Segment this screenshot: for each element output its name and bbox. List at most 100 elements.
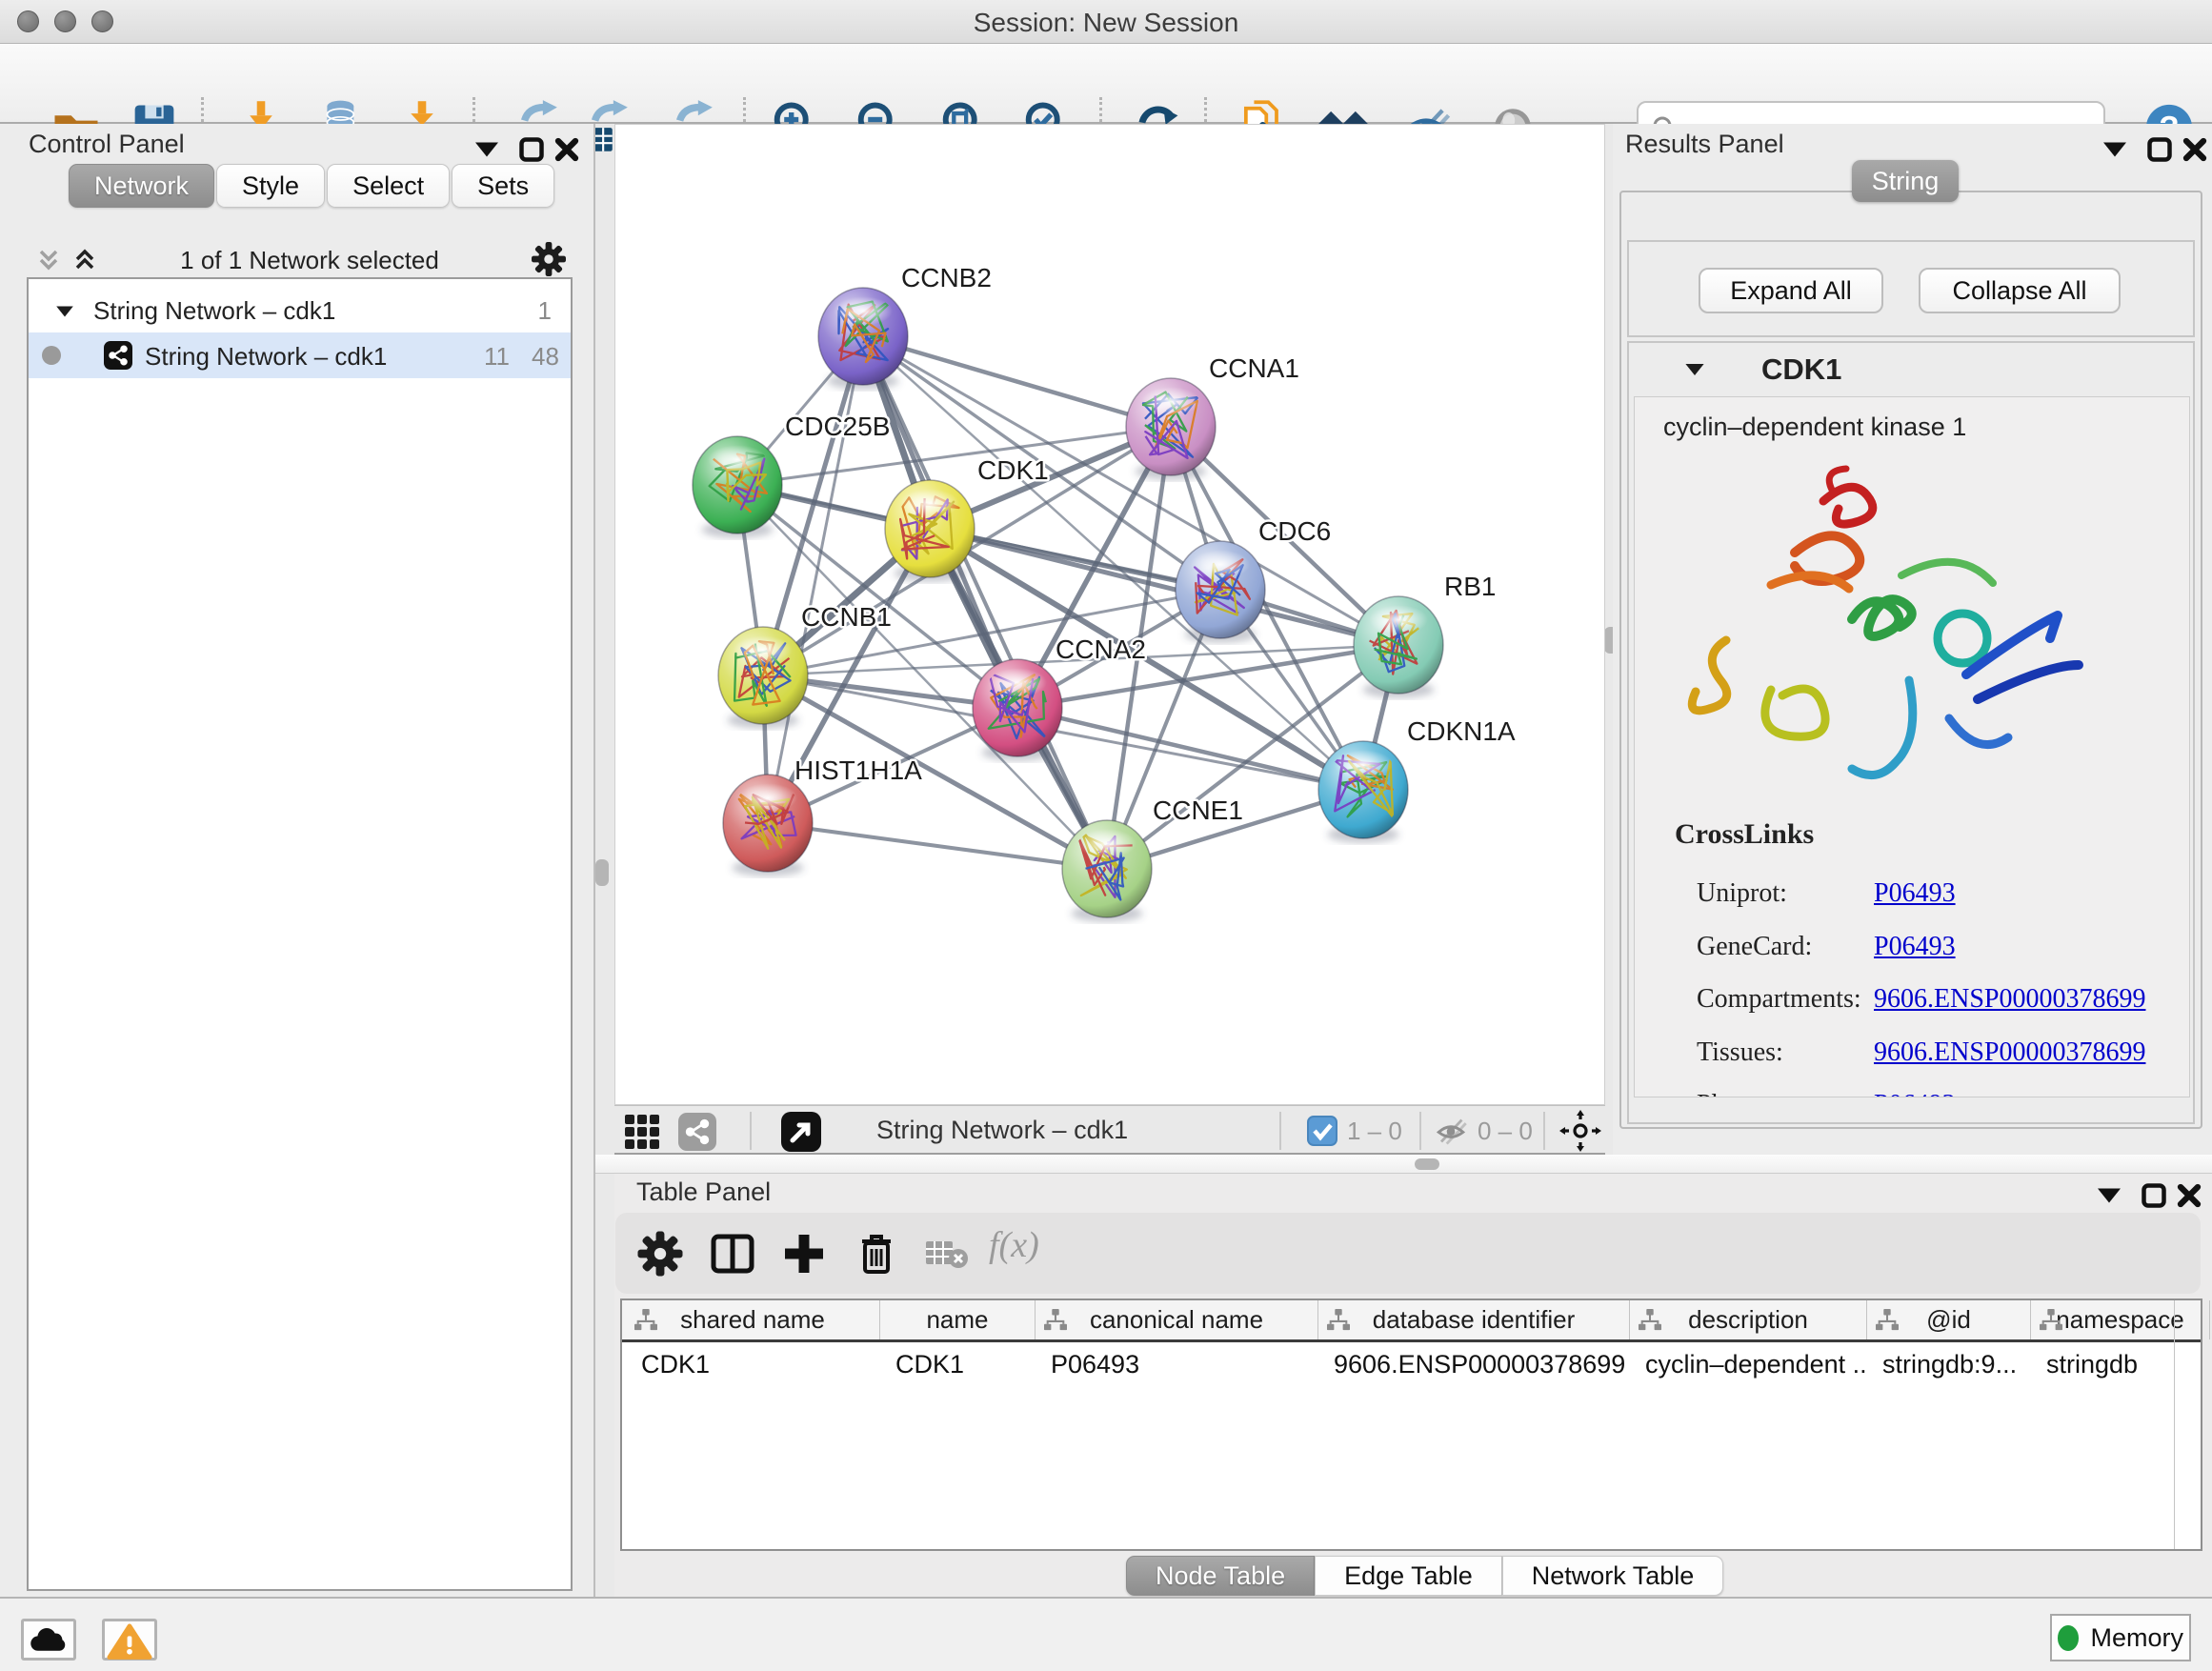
network-node-CCNB1[interactable]: CCNB1 <box>718 602 892 724</box>
delete-column-icon[interactable] <box>853 1230 900 1278</box>
network-node-RB1[interactable]: RB1 <box>1354 572 1496 694</box>
crosslink-value-link[interactable]: P06493 <box>1874 932 1956 962</box>
network-collection-row[interactable]: String Network – cdk1 1 <box>29 289 571 332</box>
network-column-icon <box>1875 1309 1900 1332</box>
crosslink-value-link[interactable]: P06493 <box>1874 1090 1956 1097</box>
node-label-CCNA2: CCNA2 <box>1056 634 1146 664</box>
delete-table-icon[interactable] <box>922 1230 970 1278</box>
title-bar: Session: New Session <box>0 0 2212 44</box>
column-label: description <box>1688 1305 1808 1335</box>
tab-select[interactable]: Select <box>327 164 450 208</box>
node-label-CDK1: CDK1 <box>977 455 1049 485</box>
tab-node-table[interactable]: Node Table <box>1126 1556 1315 1596</box>
crosslink-label: Uniprot: <box>1697 878 1787 909</box>
network-node-CDKN1A[interactable]: CDKN1A <box>1318 716 1516 838</box>
hidden-eye-slash-icon[interactable] <box>1432 1112 1470 1150</box>
crosslink-value-link[interactable]: P06493 <box>1874 878 1956 909</box>
horizontal-splitter[interactable] <box>595 1155 2212 1174</box>
table-cell[interactable]: cyclin–dependent ... <box>1630 1350 1867 1390</box>
network-column-icon <box>633 1309 658 1332</box>
section-expander-icon[interactable] <box>1683 358 1706 381</box>
left-splitter-handle[interactable] <box>595 859 609 886</box>
close-panel-icon[interactable] <box>2175 1181 2203 1210</box>
close-panel-icon[interactable] <box>553 135 581 164</box>
network-node-CCNA2[interactable]: CCNA2 <box>973 634 1146 756</box>
string-network-icon <box>103 340 133 371</box>
network-node-count: 11 <box>484 342 510 372</box>
warning-status-button[interactable] <box>102 1619 157 1661</box>
column-label: canonical name <box>1090 1305 1263 1335</box>
add-column-icon[interactable] <box>780 1230 828 1278</box>
network-label: String Network – cdk1 <box>145 342 387 372</box>
column-label: name <box>926 1305 988 1335</box>
fit-selected-crosshair-icon[interactable] <box>1559 1110 1601 1152</box>
protein-details: cyclin–dependent kinase 1 <box>1634 396 2190 1097</box>
tab-network[interactable]: Network <box>69 164 214 208</box>
window-title: Session: New Session <box>0 8 2212 38</box>
protein-section-header[interactable]: CDK1 <box>1629 343 2193 394</box>
table-cell[interactable]: CDK1 <box>626 1350 880 1390</box>
column-header-shared-name[interactable]: shared name <box>626 1300 880 1339</box>
column-header-namespace[interactable]: namespace <box>2031 1300 2210 1339</box>
selected-count: 1 – 0 <box>1347 1117 1402 1146</box>
table-cell[interactable]: CDK1 <box>880 1350 1036 1390</box>
tab-sets[interactable]: Sets <box>452 164 554 208</box>
column-header-@id[interactable]: @id <box>1867 1300 2031 1339</box>
toolbar-separator <box>1279 1112 1281 1150</box>
node-table: shared name name canonical name database id… <box>620 1299 2202 1551</box>
node-label-HIST1H1A: HIST1H1A <box>794 755 922 785</box>
table-cell[interactable]: 9606.ENSP00000378699 <box>1318 1350 1630 1390</box>
cloud-status-button[interactable] <box>21 1619 76 1661</box>
expand-all-chevron-icon[interactable] <box>70 246 99 274</box>
tab-string[interactable]: String <box>1852 160 1959 202</box>
splitter-handle[interactable] <box>1415 1158 1439 1170</box>
float-panel-icon[interactable] <box>2140 1181 2168 1210</box>
column-header-database-identifier[interactable]: database identifier <box>1318 1300 1630 1339</box>
memory-status-dot <box>2058 1625 2079 1651</box>
close-panel-icon[interactable] <box>2181 135 2209 164</box>
collapse-all-button[interactable]: Collapse All <box>1919 268 2121 313</box>
network-edge-count: 48 <box>532 342 559 372</box>
network-canvas[interactable]: CCNB2CCNA1CDC25BCDK1CDC6RB1CCNB1CCNA2CDK… <box>614 124 1605 1105</box>
collection-count: 1 <box>538 296 552 326</box>
control-panel-tabs: NetworkStyleSelectSets <box>69 164 556 208</box>
network-node-CCNA1[interactable]: CCNA1 <box>1126 353 1299 475</box>
string-results-container: Expand All Collapse All CDK1 cyclin–depe… <box>1619 191 2202 1129</box>
network-share-icon[interactable] <box>677 1112 717 1152</box>
node-label-CDKN1A: CDKN1A <box>1407 716 1516 746</box>
column-header-canonical-name[interactable]: canonical name <box>1036 1300 1318 1339</box>
protein-structure-image <box>1680 454 2128 807</box>
crosslink-value-link[interactable]: 9606.ENSP00000378699 <box>1874 984 2145 1015</box>
birds-eye-view-icon[interactable] <box>780 1111 822 1153</box>
float-panel-icon[interactable] <box>517 135 546 164</box>
show-columns-icon[interactable] <box>709 1230 756 1278</box>
table-options-gear-icon[interactable] <box>636 1230 684 1278</box>
float-panel-icon[interactable] <box>2145 135 2174 164</box>
selected-checkbox-icon[interactable] <box>1307 1116 1337 1146</box>
column-header-description[interactable]: description <box>1630 1300 1867 1339</box>
network-selection-status: 1 of 1 Network selected <box>124 246 495 275</box>
function-builder-icon[interactable]: f(x) <box>989 1224 1039 1266</box>
network-options-gear-icon[interactable] <box>532 242 566 276</box>
dock-menu-icon[interactable] <box>2095 1181 2123 1210</box>
tab-style[interactable]: Style <box>216 164 325 208</box>
expand-all-button[interactable]: Expand All <box>1699 268 1883 313</box>
tab-edge-table[interactable]: Edge Table <box>1315 1556 1502 1596</box>
network-row[interactable]: String Network – cdk1 11 48 <box>29 332 571 378</box>
dock-menu-icon[interactable] <box>2101 135 2129 164</box>
control-panel-title: Control Panel <box>29 130 185 159</box>
network-node-HIST1H1A[interactable]: HIST1H1A <box>723 755 922 872</box>
dock-menu-icon[interactable] <box>473 135 501 164</box>
memory-button[interactable]: Memory <box>2050 1614 2191 1661</box>
collapse-all-chevron-icon[interactable] <box>34 246 63 274</box>
collection-expander-icon[interactable] <box>54 301 75 322</box>
table-cell[interactable]: stringdb <box>2031 1350 2210 1390</box>
tab-network-table[interactable]: Network Table <box>1502 1556 1724 1596</box>
grid-view-icon[interactable] <box>623 1113 661 1151</box>
crosslink-value-link[interactable]: 9606.ENSP00000378699 <box>1874 1037 2145 1068</box>
column-header-name[interactable]: name <box>880 1300 1036 1339</box>
table-cell[interactable]: P06493 <box>1036 1350 1318 1390</box>
cytoscape-window: Session: New Session <box>0 0 2212 1671</box>
table-cell[interactable]: stringdb:9... <box>1867 1350 2031 1390</box>
network-node-CDC6[interactable]: CDC6 <box>1176 516 1331 638</box>
